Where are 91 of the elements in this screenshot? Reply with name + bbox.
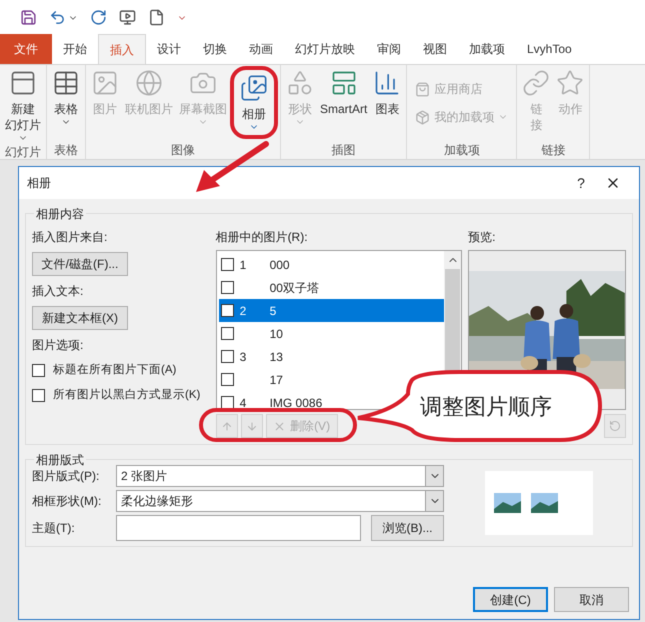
- photo-album-icon: [240, 74, 268, 102]
- dropdown[interactable]: 柔化边缘矩形: [116, 490, 444, 512]
- list-item[interactable]: 10: [218, 322, 444, 345]
- group-label: 幻灯片: [4, 144, 42, 161]
- list-item[interactable]: 3 13: [218, 345, 444, 368]
- link-icon: [522, 69, 550, 97]
- group-title: 相册内容: [34, 205, 86, 223]
- new-textbox-button[interactable]: 新建文本框(X): [32, 306, 128, 330]
- list-item[interactable]: 17: [218, 368, 444, 391]
- picture-name: 00双子塔: [270, 280, 319, 296]
- field-label: 相框形状(M):: [32, 493, 102, 510]
- dialog-button[interactable]: 取消: [554, 587, 629, 612]
- slide-number: 3: [240, 348, 246, 366]
- ribbon-tab[interactable]: 审阅: [366, 34, 412, 64]
- cube-icon: [415, 110, 430, 124]
- checkbox[interactable]: [32, 364, 45, 378]
- diagram-icon: [330, 69, 358, 97]
- ribbon-button[interactable]: 图表: [370, 65, 404, 141]
- shapes-icon: [286, 69, 314, 97]
- picture-name: 000: [270, 256, 290, 274]
- dialog-button[interactable]: 创建(C): [473, 587, 548, 612]
- ribbon-tab[interactable]: 动画: [238, 34, 284, 64]
- slide-number: 2: [240, 302, 246, 320]
- group-label: 插图: [330, 142, 357, 159]
- section-label: 插入文本:: [32, 283, 84, 300]
- group-label: 表格: [53, 142, 79, 159]
- checkbox[interactable]: [220, 396, 234, 409]
- ribbon-tab[interactable]: LvyhToo: [516, 34, 583, 64]
- theme-field[interactable]: [116, 515, 361, 541]
- arrow-down-icon: [246, 420, 258, 432]
- list-label: 相册中的图片(R):: [216, 229, 309, 246]
- star-icon: [556, 69, 584, 97]
- dropdown[interactable]: 2 张图片: [116, 465, 444, 487]
- checkbox-label: 所有图片以黑白方式显示(K): [53, 387, 200, 404]
- dialog-title: 相册: [27, 175, 52, 192]
- help-button[interactable]: ?: [567, 172, 595, 194]
- globe-icon: [135, 69, 163, 97]
- group-label: 链接: [540, 142, 566, 159]
- ribbon-button[interactable]: 新建 幻灯片: [2, 65, 44, 143]
- checkbox[interactable]: [220, 350, 234, 363]
- checkbox-label: 标题在所有图片下面(A): [53, 362, 176, 378]
- ribbon-button[interactable]: 表格: [49, 65, 83, 141]
- group-label: 加载项: [442, 142, 481, 159]
- ribbon-button[interactable]: SmartArt: [317, 65, 370, 141]
- group-label: 图像: [170, 142, 196, 159]
- file-button[interactable]: 文件/磁盘(F)...: [32, 252, 128, 276]
- picture-name: 10: [270, 326, 283, 342]
- picture-name: IMG 0086: [270, 394, 322, 409]
- shopping-bag-icon: [415, 82, 430, 96]
- slide-icon: [9, 69, 37, 97]
- callout-text: 调整图片顺序: [420, 393, 552, 421]
- rotate-icon: [609, 420, 621, 432]
- list-item[interactable]: 2 5: [218, 299, 444, 322]
- picture-name: 13: [270, 348, 283, 366]
- list-item[interactable]: 1 000: [218, 253, 444, 276]
- new-file-icon[interactable]: [148, 9, 165, 26]
- checkbox[interactable]: [220, 327, 234, 340]
- ribbon-button[interactable]: 相册: [237, 70, 271, 132]
- preview-label: 预览:: [468, 229, 497, 246]
- checkbox[interactable]: [220, 373, 234, 386]
- ribbon-tab[interactable]: 插入: [98, 34, 146, 64]
- checkbox[interactable]: [220, 281, 234, 294]
- ribbon-tab[interactable]: 设计: [146, 34, 192, 64]
- checkbox[interactable]: [220, 258, 234, 271]
- cross-icon: [273, 420, 286, 432]
- group-title: 相册版式: [34, 451, 86, 469]
- field-label: 图片版式(P):: [32, 468, 100, 485]
- picture-name: 5: [270, 302, 276, 320]
- picture-name: 17: [270, 372, 283, 388]
- image-icon: [91, 69, 119, 97]
- undo-icon[interactable]: [49, 9, 66, 26]
- slide-number: 1: [240, 256, 246, 274]
- section-label: 插入图片来自:: [32, 229, 108, 246]
- field-label: 主题(T):: [32, 520, 76, 537]
- list-item[interactable]: 00双子塔: [218, 276, 444, 299]
- save-icon[interactable]: [20, 9, 37, 26]
- browse-button[interactable]: 浏览(B)...: [371, 515, 444, 541]
- ribbon-tab[interactable]: 幻灯片放映: [284, 34, 366, 64]
- redo-icon[interactable]: [90, 9, 107, 26]
- checkbox[interactable]: [32, 389, 45, 402]
- ribbon-tab[interactable]: 切换: [192, 34, 238, 64]
- section-label: 图片选项:: [32, 337, 84, 354]
- slide-number: 4: [240, 394, 246, 409]
- file-tab[interactable]: 文件: [0, 34, 52, 64]
- ribbon-tab[interactable]: 加载项: [458, 34, 516, 64]
- ribbon-tab[interactable]: 开始: [52, 34, 98, 64]
- ribbon-tab[interactable]: 视图: [412, 34, 458, 64]
- table-icon: [52, 69, 80, 97]
- arrow-up-icon: [220, 420, 233, 432]
- checkbox[interactable]: [220, 304, 234, 317]
- slideshow-icon[interactable]: [119, 9, 136, 26]
